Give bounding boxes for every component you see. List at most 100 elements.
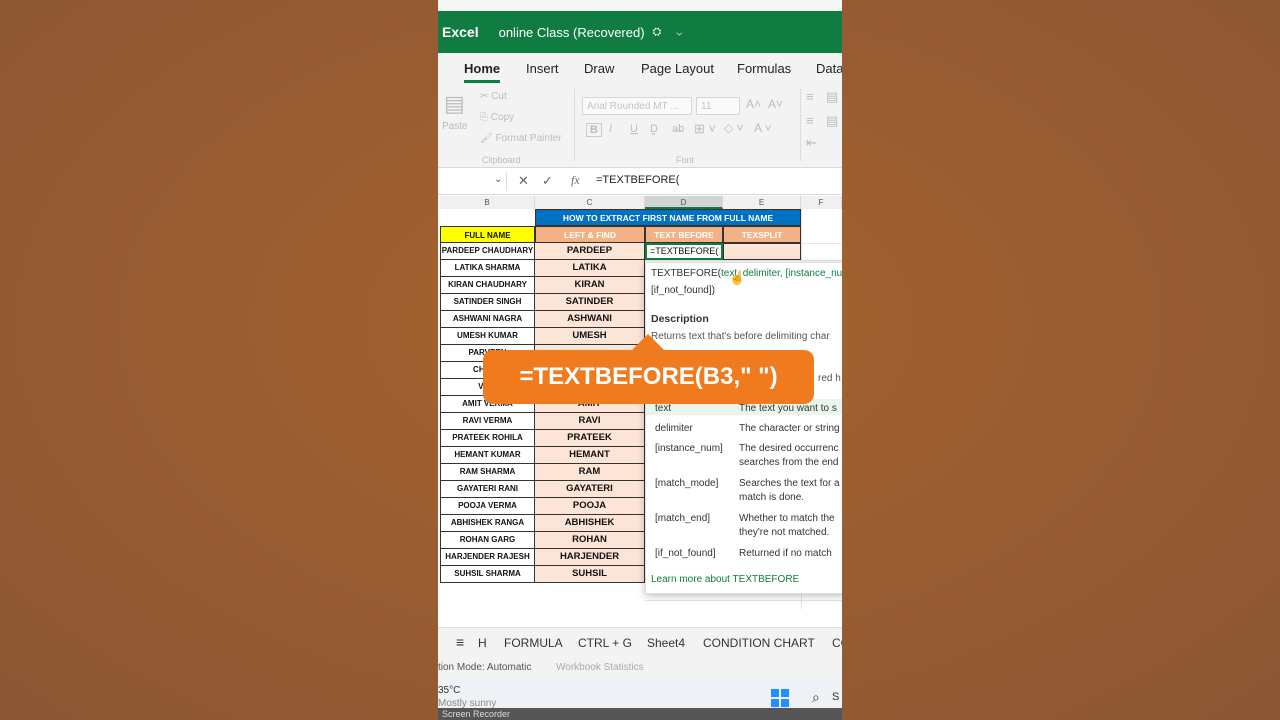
grow-font-icon[interactable]: A˄ (746, 97, 761, 111)
full-name-cell[interactable]: UMESH KUMAR (440, 328, 535, 345)
full-name-cell[interactable]: PRATEEK ROHILA (440, 430, 535, 447)
calculation-mode[interactable]: tion Mode: Automatic (438, 662, 531, 673)
first-name-cell[interactable]: RAM (535, 464, 645, 481)
full-name-cell[interactable]: PARDEEP CHAUDHARY (440, 243, 535, 260)
tooltip-partial-line: red h (818, 373, 841, 384)
active-cell-d3[interactable]: =TEXTBEFORE( (645, 243, 723, 260)
cell-e3[interactable] (723, 243, 801, 260)
full-name-cell[interactable]: HEMANT KUMAR (440, 447, 535, 464)
sheet-tab-formula[interactable]: FORMULA (504, 636, 563, 650)
column-header-c[interactable]: C (535, 196, 645, 209)
column-header-d[interactable]: D (645, 196, 723, 209)
name-box[interactable]: ⌄ (438, 172, 507, 190)
full-name-cell[interactable]: SUHSIL SHARMA (440, 566, 535, 583)
sheet-tab-co[interactable]: CO (832, 636, 842, 650)
font-size-select[interactable]: 11 (696, 97, 740, 115)
fx-icon[interactable]: fx (571, 173, 580, 188)
align-middle-icon[interactable]: ▤ (826, 89, 838, 105)
first-name-cell[interactable]: ROHAN (535, 532, 645, 549)
sheet-tab-condition-chart[interactable]: CONDITION CHART (703, 636, 815, 650)
paste-button[interactable]: Paste (442, 121, 468, 132)
first-name-cell[interactable]: POOJA (535, 498, 645, 515)
strikethrough-icon[interactable]: a̶b (672, 123, 684, 135)
first-name-cell[interactable]: SATINDER (535, 294, 645, 311)
sheet-tab-h[interactable]: H (478, 636, 487, 650)
tab-data[interactable]: Data (816, 61, 842, 76)
first-name-cell[interactable]: UMESH (535, 328, 645, 345)
full-name-cell[interactable]: SATINDER SINGH (440, 294, 535, 311)
full-name-cell[interactable]: ASHWANI NAGRA (440, 311, 535, 328)
copy-label: Copy (490, 112, 515, 123)
full-name-cell[interactable]: ROHAN GARG (440, 532, 535, 549)
first-name-cell[interactable]: KIRAN (535, 277, 645, 294)
first-name-cell[interactable]: GAYATERI (535, 481, 645, 498)
sheet-tab-ctrl-g[interactable]: CTRL + G (578, 636, 632, 650)
first-name-cell[interactable]: SUHSIL (535, 566, 645, 583)
align-top-icon[interactable]: ≡ (806, 89, 814, 104)
full-name-cell[interactable]: GAYATERI RANI (440, 481, 535, 498)
column-header-f[interactable]: F (801, 196, 842, 209)
search-label[interactable]: S (832, 691, 839, 703)
formula-input[interactable]: =TEXTBEFORE( (596, 174, 679, 186)
first-name-cell[interactable]: PRATEEK (535, 430, 645, 447)
font-color-icon[interactable]: A ˅ (754, 121, 772, 135)
column-header-b[interactable]: B (440, 196, 535, 209)
first-name-cell[interactable]: HARJENDER (535, 549, 645, 566)
formula-bar: ⌄ ✕ ✓ fx =TEXTBEFORE( (438, 168, 842, 195)
search-icon[interactable]: ⌕ (812, 689, 820, 706)
tab-home[interactable]: Home (464, 61, 501, 83)
first-name-cell[interactable]: ABHISHEK (535, 515, 645, 532)
autosave-dropdown-icon[interactable]: ⛭ ⌄ (653, 26, 689, 39)
align-center-icon[interactable]: ▤ (826, 113, 838, 129)
tab-draw[interactable]: Draw (584, 61, 614, 76)
sheet-list-icon[interactable]: ≡ (456, 634, 464, 650)
indent-icon[interactable]: ⇤ (806, 135, 817, 151)
first-name-cell[interactable]: LATIKA (535, 260, 645, 277)
tab-formulas[interactable]: Formulas (737, 61, 791, 76)
format-painter-button[interactable]: 🖌 Format Painter (480, 133, 562, 144)
double-underline-icon[interactable]: D̳ (650, 123, 658, 135)
shrink-font-icon[interactable]: A˅ (768, 97, 783, 111)
full-name-cell[interactable]: ABHISHEK RANGA (440, 515, 535, 532)
align-left-icon[interactable]: ≡ (806, 113, 814, 128)
full-name-cell[interactable]: HARJENDER RAJESH (440, 549, 535, 566)
learn-more-link[interactable]: Learn more about TEXTBEFORE (651, 574, 799, 585)
cancel-icon[interactable]: ✕ (518, 173, 529, 189)
banner-cell[interactable]: HOW TO EXTRACT FIRST NAME FROM FULL NAME (535, 209, 801, 226)
header-left-find[interactable]: LEFT & FIND (535, 226, 645, 243)
param-name: [if_not_found] (655, 548, 716, 559)
chevron-down-icon[interactable]: ⌄ (494, 174, 502, 185)
fill-color-icon[interactable]: ◇ ˅ (724, 121, 744, 135)
sheet-tab-sheet4[interactable]: Sheet4 (647, 636, 685, 650)
font-name-select[interactable]: Arial Rounded MT ... (582, 97, 692, 115)
borders-icon[interactable]: ⊞ ˅ (694, 121, 716, 137)
paste-icon[interactable]: ▤ (444, 91, 465, 117)
weather-temp[interactable]: 35°C (438, 685, 460, 696)
first-name-cell[interactable]: ASHWANI (535, 311, 645, 328)
first-name-cell[interactable]: RAVI (535, 413, 645, 430)
cut-button[interactable]: ✂ Cut (480, 91, 507, 102)
header-text-before[interactable]: TEXT BEFORE (645, 226, 723, 243)
enter-icon[interactable]: ✓ (542, 173, 553, 189)
copy-button[interactable]: ⎘ Copy (480, 112, 514, 123)
first-name-cell[interactable]: HEMANT (535, 447, 645, 464)
tab-insert[interactable]: Insert (526, 61, 559, 76)
header-full-name[interactable]: FULL NAME (440, 226, 535, 243)
header-textsplit[interactable]: TEXSPLIT (723, 226, 801, 243)
full-name-cell[interactable]: KIRAN CHAUDHARY (440, 277, 535, 294)
workbook-statistics[interactable]: Workbook Statistics (556, 662, 644, 673)
full-name-cell[interactable]: RAM SHARMA (440, 464, 535, 481)
first-name-cell[interactable]: PARDEEP (535, 243, 645, 260)
tab-page-layout[interactable]: Page Layout (641, 61, 714, 76)
full-name-cell[interactable]: RAVI VERMA (440, 413, 535, 430)
full-name-cell[interactable]: LATIKA SHARMA (440, 260, 535, 277)
column-header-e[interactable]: E (723, 196, 801, 209)
app-name: Excel (442, 24, 479, 40)
italic-button[interactable]: I (609, 123, 612, 135)
windows-start-icon[interactable] (771, 689, 789, 707)
underline-button[interactable]: U (630, 123, 638, 135)
clipboard-group-label: Clipboard (482, 155, 521, 165)
document-title[interactable]: online Class (Recovered) (499, 25, 645, 40)
full-name-cell[interactable]: POOJA VERMA (440, 498, 535, 515)
bold-button[interactable]: B (586, 123, 602, 137)
